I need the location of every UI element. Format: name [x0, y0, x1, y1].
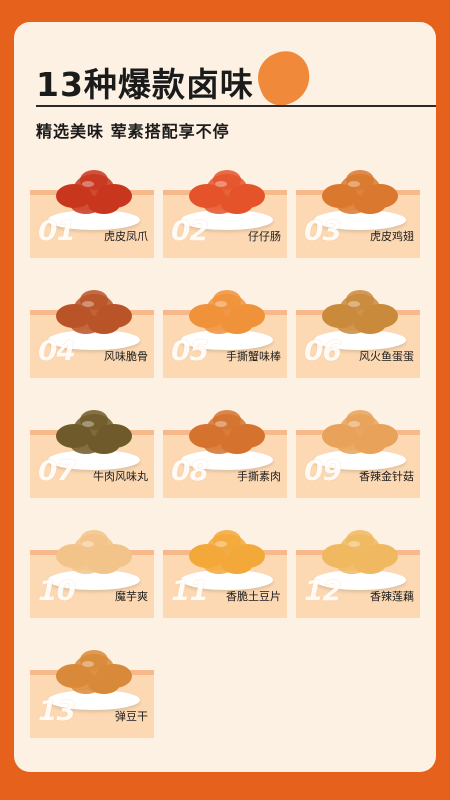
- item-name: 虎皮凤爪: [104, 230, 148, 243]
- tofu-image: [56, 650, 132, 694]
- chicken-wings-image: [322, 170, 398, 214]
- item-number: 13: [38, 694, 76, 727]
- product-card[interactable]: 03 虎皮鸡翅: [296, 152, 420, 270]
- product-card[interactable]: 12 香辣莲藕: [296, 512, 420, 630]
- item-number: 05: [171, 334, 209, 367]
- item-number: 09: [304, 454, 342, 487]
- product-card[interactable]: 02 仔仔肠: [163, 152, 287, 270]
- item-name: 香辣莲藕: [370, 590, 414, 603]
- item-name: 牛肉风味丸: [93, 470, 148, 483]
- product-grid: 01 虎皮凤爪 02 仔仔肠 03 虎皮鸡翅 04 风味脆骨 05 手撕蟹味棒 06 风火鱼蛋蛋 07 牛…: [14, 22, 436, 772]
- item-name: 风味脆骨: [104, 350, 148, 363]
- item-number: 11: [171, 574, 209, 607]
- product-card[interactable]: 13 弹豆干: [30, 632, 154, 750]
- item-number: 01: [38, 214, 76, 247]
- item-name: 仔仔肠: [248, 230, 281, 243]
- product-card[interactable]: 10 魔芋爽: [30, 512, 154, 630]
- sausage-image: [189, 170, 265, 214]
- content-panel: 13种爆款卤味 精选美味 荤素搭配享不停 01 虎皮凤爪 02 仔仔肠 03 虎皮鸡翅 04…: [14, 22, 436, 772]
- item-name: 手撕素肉: [237, 470, 281, 483]
- lotus-root-image: [322, 530, 398, 574]
- item-number: 10: [38, 574, 76, 607]
- beef-ball-image: [56, 410, 132, 454]
- item-number: 08: [171, 454, 209, 487]
- product-card[interactable]: 01 虎皮凤爪: [30, 152, 154, 270]
- item-name: 香脆土豆片: [226, 590, 281, 603]
- product-card[interactable]: 07 牛肉风味丸: [30, 392, 154, 510]
- item-name: 手撕蟹味棒: [226, 350, 281, 363]
- product-card[interactable]: 11 香脆土豆片: [163, 512, 287, 630]
- item-number: 12: [304, 574, 342, 607]
- veg-meat-image: [189, 410, 265, 454]
- potato-chips-image: [189, 530, 265, 574]
- konjac-image: [56, 530, 132, 574]
- crispy-bone-image: [56, 290, 132, 334]
- item-number: 02: [171, 214, 209, 247]
- quail-egg-image: [322, 290, 398, 334]
- product-card[interactable]: 06 风火鱼蛋蛋: [296, 272, 420, 390]
- enoki-image: [322, 410, 398, 454]
- item-name: 风火鱼蛋蛋: [359, 350, 414, 363]
- product-card[interactable]: 09 香辣金针菇: [296, 392, 420, 510]
- product-card[interactable]: 08 手撕素肉: [163, 392, 287, 510]
- item-name: 弹豆干: [115, 710, 148, 723]
- item-number: 07: [38, 454, 76, 487]
- item-number: 03: [304, 214, 342, 247]
- product-card[interactable]: 04 风味脆骨: [30, 272, 154, 390]
- product-card[interactable]: 05 手撕蟹味棒: [163, 272, 287, 390]
- item-number: 04: [38, 334, 76, 367]
- item-name: 魔芋爽: [115, 590, 148, 603]
- chicken-feet-image: [56, 170, 132, 214]
- item-name: 香辣金针菇: [359, 470, 414, 483]
- crab-stick-image: [189, 290, 265, 334]
- item-name: 虎皮鸡翅: [370, 230, 414, 243]
- item-number: 06: [304, 334, 342, 367]
